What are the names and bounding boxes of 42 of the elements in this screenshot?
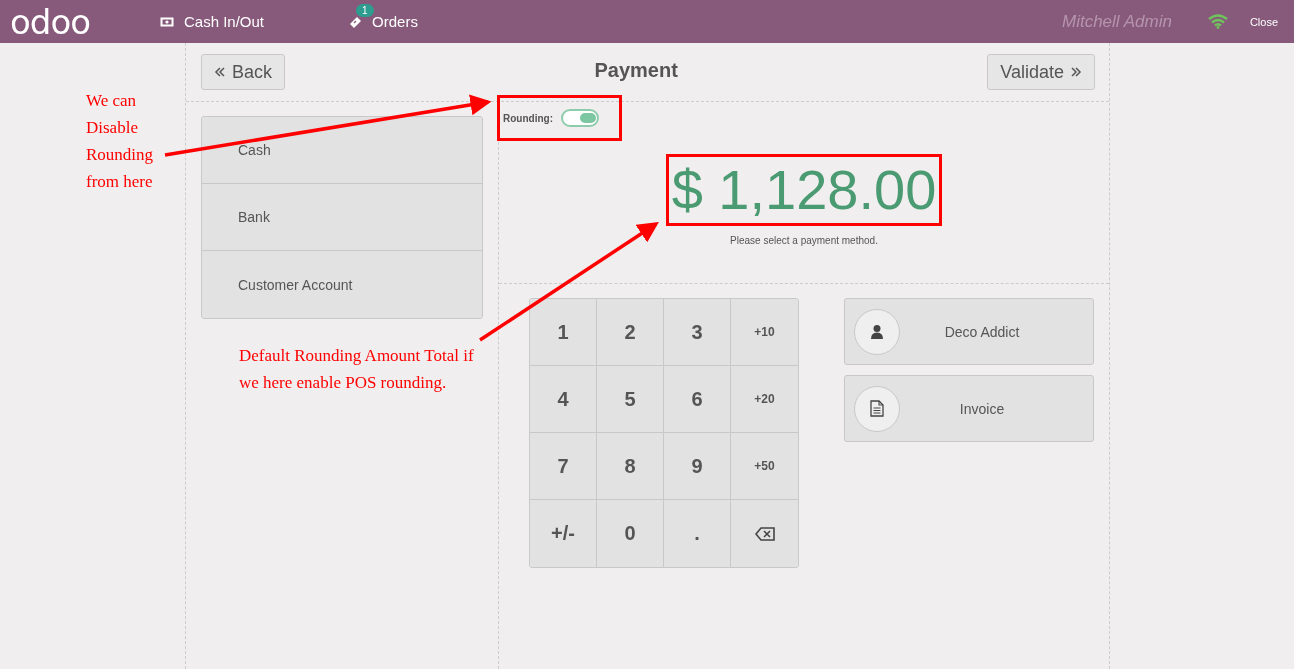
numpad-key[interactable]: 3 [664,299,731,366]
wifi-icon [1207,14,1228,29]
total-amount: $ 1,128.00 [671,159,937,221]
numpad-key[interactable]: 2 [597,299,664,366]
cash-in-out-button[interactable]: Cash In/Out [160,13,265,30]
numpad-key[interactable]: +/- [530,500,597,567]
payment-hint: Please select a payment method. [730,235,878,246]
numpad-key[interactable]: +10 [731,299,798,366]
numpad-key[interactable]: 7 [530,433,597,500]
banknote-icon [160,16,174,27]
numpad-key[interactable]: 6 [664,366,731,433]
annotation-note: Default Rounding Amount Total if we here enable POS rounding. [239,345,475,394]
numpad-key[interactable]: . [664,500,731,567]
numpad-key[interactable]: 1 [530,299,597,366]
rounding-toggle[interactable] [561,109,599,127]
rounding-label: Rounding: [503,112,553,124]
invoice-button[interactable]: Invoice [844,375,1094,442]
user-name: Mitchell Admin [1061,11,1172,32]
numpad-key[interactable]: 9 [664,433,731,500]
numpad-key[interactable]: +20 [731,366,798,433]
numpad-key[interactable]: 0 [597,500,664,567]
page-title: Payment [594,58,678,82]
numpad-key[interactable]: 4 [530,366,597,433]
close-button[interactable]: Close [1249,15,1278,28]
double-chevron-right-icon [1070,66,1082,78]
logo: odoo [10,4,90,39]
backspace-icon [754,526,775,541]
backspace-key[interactable] [731,500,798,567]
payment-method-item[interactable]: Customer Account [202,251,482,318]
payment-method-item[interactable]: Cash [202,117,482,184]
numpad-key[interactable]: 8 [597,433,664,500]
double-chevron-left-icon [214,66,226,78]
back-button[interactable]: Back [201,54,286,90]
document-icon [870,400,884,417]
person-icon [870,323,884,340]
annotation-note: We can Disable Rounding from here [86,90,155,193]
payment-method-item[interactable]: Bank [202,184,482,251]
orders-count-badge: 1 [356,4,374,17]
numpad-key[interactable]: +50 [731,433,798,500]
numpad-key[interactable]: 5 [597,366,664,433]
customer-button[interactable]: Deco Addict [844,298,1094,365]
validate-button[interactable]: Validate [987,54,1095,90]
